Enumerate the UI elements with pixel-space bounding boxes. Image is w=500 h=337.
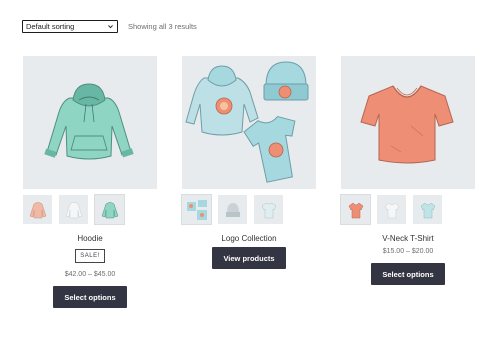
chevron-down-icon <box>107 23 114 30</box>
thumbnail-1[interactable] <box>340 194 371 225</box>
product-card-hoodie: Hoodie SALE! $42.00 – $45.00 Select opti… <box>23 56 157 308</box>
shop-toolbar: Default sorting Showing all 3 results <box>22 20 197 33</box>
sale-badge: SALE! <box>75 249 105 263</box>
thumbnail-1[interactable] <box>23 195 52 224</box>
product-card-logo-collection: Logo Collection View products <box>181 56 316 269</box>
product-title[interactable]: Hoodie <box>23 234 157 243</box>
thumbnail-2[interactable] <box>218 195 247 224</box>
select-options-button[interactable]: Select options <box>53 286 127 308</box>
product-title[interactable]: V-Neck T-Shirt <box>341 234 475 243</box>
thumbnail-2[interactable] <box>59 195 88 224</box>
product-image-hoodie[interactable] <box>23 56 157 189</box>
view-products-button[interactable]: View products <box>212 247 286 269</box>
product-card-vneck-tshirt: V-Neck T-Shirt $15.00 – $20.00 Select op… <box>340 56 475 285</box>
thumbnail-3[interactable] <box>94 194 125 225</box>
product-image-vneck-tshirt[interactable] <box>341 56 475 189</box>
thumbnail-gallery <box>340 194 475 225</box>
product-price: $42.00 – $45.00 <box>64 271 116 278</box>
thumbnail-gallery <box>23 194 157 225</box>
thumbnail-3[interactable] <box>413 195 442 224</box>
sort-select[interactable]: Default sorting <box>22 20 118 33</box>
thumbnail-1[interactable] <box>181 194 212 225</box>
product-price: $15.00 – $20.00 <box>382 248 434 255</box>
product-title[interactable]: Logo Collection <box>182 234 316 243</box>
result-count: Showing all 3 results <box>128 22 197 31</box>
select-options-button[interactable]: Select options <box>371 263 445 285</box>
sort-select-value: Default sorting <box>26 22 75 31</box>
product-image-logo-collection[interactable] <box>182 56 316 189</box>
thumbnail-gallery <box>181 194 316 225</box>
thumbnail-3[interactable] <box>254 195 283 224</box>
thumbnail-2[interactable] <box>377 195 406 224</box>
